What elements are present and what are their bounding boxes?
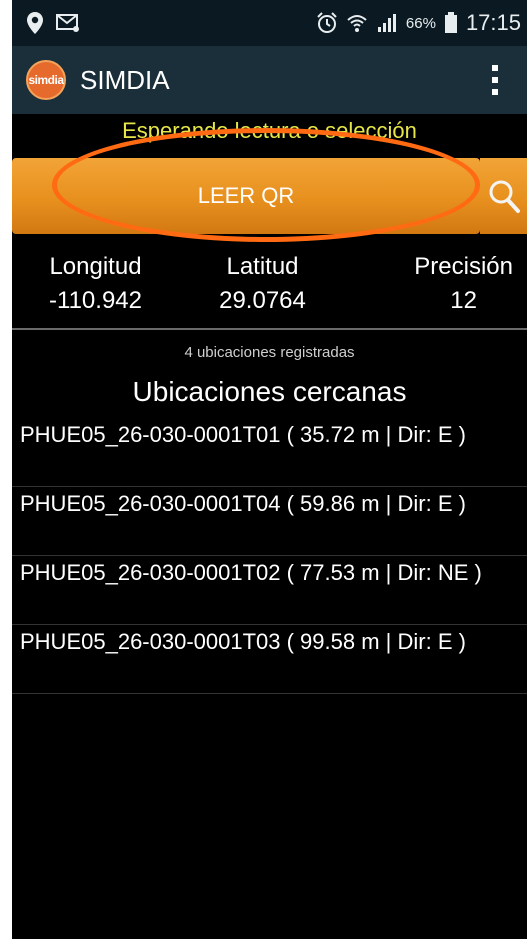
battery-icon — [444, 12, 458, 34]
list-item[interactable]: PHUE05_26-030-0001T04 ( 59.86 m | Dir: E… — [12, 487, 527, 556]
latitude-column: Latitud 29.0764 — [179, 250, 346, 320]
status-message: Esperando lectura o selección — [122, 118, 417, 143]
wifi-icon — [346, 12, 368, 34]
message-icon — [56, 13, 80, 33]
signal-icon — [376, 13, 398, 33]
list-item[interactable]: PHUE05_26-030-0001T02 ( 77.53 m | Dir: N… — [12, 556, 527, 625]
longitude-value: -110.942 — [49, 287, 142, 314]
clock-time: 17:15 — [465, 10, 521, 35]
search-icon — [487, 178, 521, 214]
search-button[interactable] — [480, 158, 527, 234]
scan-row: LEER QR — [12, 158, 527, 234]
list-item[interactable]: PHUE05_26-030-0001T03 ( 99.58 m | Dir: E… — [12, 625, 527, 694]
read-qr-button[interactable]: LEER QR — [12, 158, 480, 234]
latitude-value: 29.0764 — [219, 287, 306, 314]
battery-percent: 66% — [405, 14, 436, 32]
longitude-column: Longitud -110.942 — [12, 250, 179, 320]
latitude-label: Latitud — [226, 253, 299, 280]
locations-list: PHUE05_26-030-0001T01 ( 35.72 m | Dir: E… — [12, 418, 527, 694]
divider — [12, 328, 527, 330]
action-bar: simdia SIMDIA — [12, 46, 527, 114]
locations-count: 4 ubicaciones registradas — [184, 344, 355, 361]
precision-label: Precisión — [414, 253, 513, 280]
app-logo-text: simdia — [28, 73, 64, 87]
precision-value: 12 — [450, 287, 477, 314]
coordinates-panel: Longitud -110.942 Latitud 29.0764 Precis… — [12, 250, 527, 320]
alarm-icon — [316, 12, 338, 34]
status-bar: 66% 17:15 — [12, 0, 527, 46]
read-qr-button-label: LEER QR — [197, 183, 295, 208]
longitude-label: Longitud — [49, 253, 142, 280]
precision-column: Precisión 12 — [346, 250, 527, 320]
list-item[interactable]: PHUE05_26-030-0001T01 ( 35.72 m | Dir: E… — [12, 418, 527, 487]
overflow-menu-icon[interactable] — [483, 56, 507, 104]
app-logo-icon: simdia — [26, 60, 66, 100]
app-screen: 66% 17:15 simdia SIMDIA Esperando lectur… — [12, 0, 527, 939]
app-title: SIMDIA — [80, 64, 170, 95]
location-pin-icon — [26, 11, 44, 35]
nearby-locations-title: Ubicaciones cercanas — [132, 376, 407, 407]
